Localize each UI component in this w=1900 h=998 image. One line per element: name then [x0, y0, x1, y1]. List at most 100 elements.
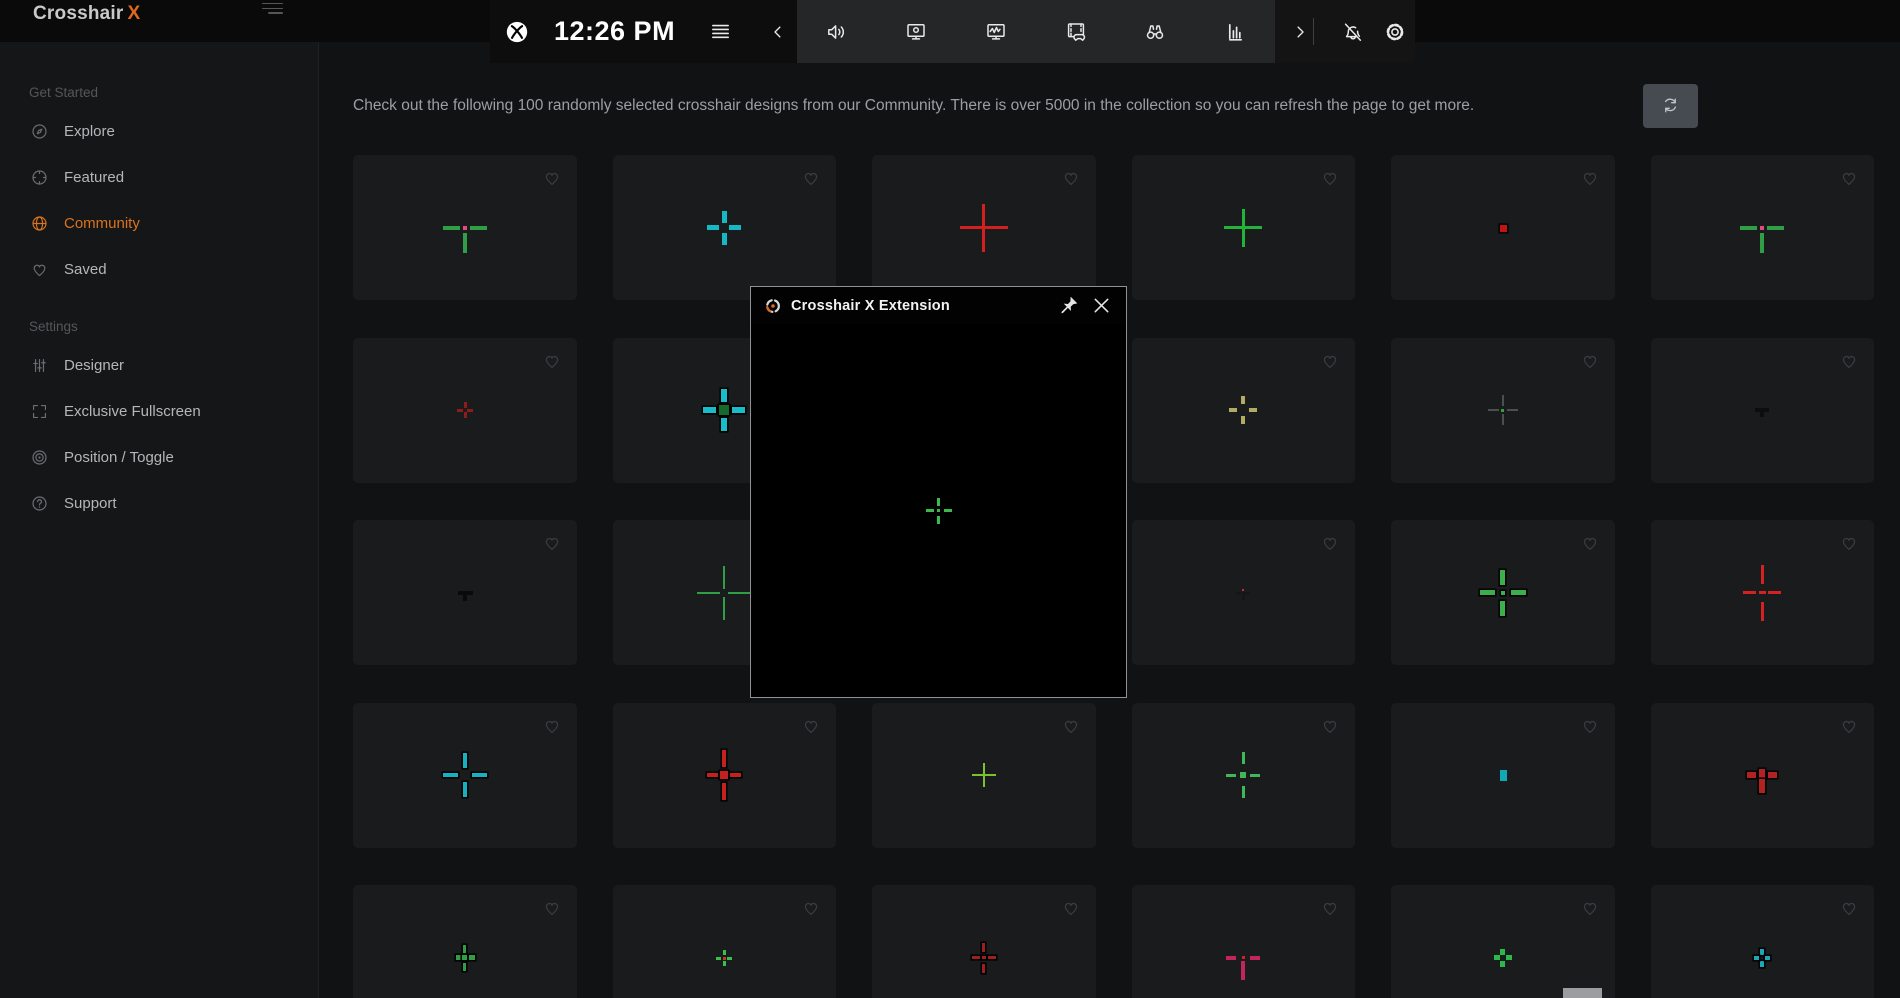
sidebar-item-explore[interactable]: Explore [0, 108, 318, 154]
sidebar-item-support[interactable]: Support [0, 480, 318, 526]
crosshair-segment [470, 226, 487, 230]
sidebar-item-saved[interactable]: Saved [0, 246, 318, 292]
crosshair-segment [1500, 949, 1505, 955]
favorite-heart-icon[interactable] [541, 533, 563, 553]
crosshair-tile-green-cross-gap-outlined[interactable] [1391, 520, 1615, 665]
favorite-heart-icon[interactable] [541, 168, 563, 188]
capture-icon[interactable] [904, 20, 928, 44]
crosshair-segment [1759, 769, 1765, 779]
crosshair-tile-green-full-cross[interactable] [1132, 155, 1356, 300]
pin-icon[interactable] [1057, 294, 1080, 317]
crosshair-tile-pink-t-red-dot[interactable] [1132, 885, 1356, 998]
favorite-heart-icon[interactable] [1579, 168, 1601, 188]
favorite-heart-icon[interactable] [1319, 716, 1341, 736]
crosshair-tile-green-four-dots[interactable] [1391, 885, 1615, 998]
crosshair-segment [1768, 772, 1777, 778]
crosshair-tile-cyan-plus-gap-outlined[interactable] [353, 703, 577, 848]
sidebar-item-community[interactable]: Community [0, 200, 318, 246]
favorite-heart-icon[interactable] [1319, 533, 1341, 553]
favorite-heart-icon[interactable] [1579, 533, 1601, 553]
close-icon[interactable] [1090, 294, 1113, 317]
crosshair-segment [1488, 409, 1499, 411]
favorite-heart-icon[interactable] [1579, 351, 1601, 371]
favorite-heart-icon[interactable] [1838, 716, 1860, 736]
crosshair-segment [1226, 956, 1236, 960]
crosshair-tile-red-full-cross[interactable] [872, 155, 1096, 300]
crosshair-tile-red-cross-gap-centerdash[interactable] [1651, 520, 1875, 665]
sidebar-item-featured[interactable]: Featured [0, 154, 318, 200]
crosshair-segment [1500, 961, 1505, 967]
gear-icon[interactable] [1383, 20, 1407, 44]
favorite-heart-icon[interactable] [800, 716, 822, 736]
crosshair-tile-gray-dash-green-dot[interactable] [1391, 338, 1615, 483]
crosshair-segment [443, 226, 460, 230]
crosshair-segment [728, 592, 751, 594]
favorite-heart-icon[interactable] [1060, 898, 1082, 918]
favorite-heart-icon[interactable] [1838, 168, 1860, 188]
favorite-heart-icon[interactable] [1060, 168, 1082, 188]
sidebar-section-label: Settings [0, 316, 318, 342]
crosshair-tile-red-thick-t-outlined[interactable] [1651, 703, 1875, 848]
favorite-heart-icon[interactable] [541, 898, 563, 918]
crosshair-tile-green-t-pink-dot[interactable] [1651, 155, 1875, 300]
favorite-heart-icon[interactable] [1838, 351, 1860, 371]
crosshair-tile-cyan-plus-gap[interactable] [613, 155, 837, 300]
favorite-heart-icon[interactable] [800, 168, 822, 188]
crosshair-tile-khaki-dash-plus[interactable] [1132, 338, 1356, 483]
menu-icon[interactable] [262, 2, 284, 18]
crosshair-tile-lime-thin-cross[interactable] [872, 703, 1096, 848]
crosshair-segment [463, 591, 467, 601]
chevron-right-icon[interactable] [1291, 23, 1309, 41]
refresh-button[interactable] [1643, 84, 1698, 128]
sidebar-item-position-toggle[interactable]: Position / Toggle [0, 434, 318, 480]
favorite-heart-icon[interactable] [541, 351, 563, 371]
crosshair-tile-teal-four-dots-outlined[interactable] [1651, 885, 1875, 998]
extension-window[interactable]: Crosshair X Extension [750, 286, 1127, 698]
crosshair-tile-green-dotted-plus-outlined[interactable] [353, 885, 577, 998]
gamebar-right-section [1275, 0, 1415, 63]
crosshair-tile-green-plus-red-core[interactable] [613, 885, 837, 998]
favorite-heart-icon[interactable] [1060, 716, 1082, 736]
widget-menu-icon[interactable] [709, 20, 732, 43]
crosshair-tile-red-cross-square-core[interactable] [613, 703, 837, 848]
notifications-off-icon[interactable] [1341, 20, 1365, 44]
crosshair-segment [1242, 592, 1245, 600]
favorite-heart-icon[interactable] [1838, 533, 1860, 553]
crosshair-segment [723, 597, 725, 620]
sidebar-item-label: Support [64, 495, 117, 512]
crosshair-tile-black-t[interactable] [353, 520, 577, 665]
crosshair-segment [457, 409, 463, 412]
favorite-heart-icon[interactable] [1838, 898, 1860, 918]
crosshair-tile-small-dark-red-plus[interactable] [353, 338, 577, 483]
crosshair-tile-dark-t-red-dot[interactable] [1132, 520, 1356, 665]
favorite-heart-icon[interactable] [1319, 898, 1341, 918]
crosshair-segment [464, 402, 467, 408]
crosshair-tile-teal-square-dot[interactable] [1391, 703, 1615, 848]
favorite-heart-icon[interactable] [1579, 898, 1601, 918]
xbox-icon[interactable] [504, 19, 530, 45]
crosshair-tile-red-dot[interactable] [1391, 155, 1615, 300]
extension-titlebar[interactable]: Crosshair X Extension [751, 287, 1126, 324]
sidebar-item-designer[interactable]: Designer [0, 342, 318, 388]
gallery-icon[interactable] [1064, 20, 1088, 44]
favorite-heart-icon[interactable] [1579, 716, 1601, 736]
sidebar-item-label: Featured [64, 169, 124, 186]
speaker-icon[interactable] [825, 20, 849, 44]
performance-icon[interactable] [984, 20, 1008, 44]
crosshair-tile-green-t-pink-dot[interactable] [353, 155, 577, 300]
favorite-heart-icon[interactable] [541, 716, 563, 736]
chevron-left-icon[interactable] [769, 23, 787, 41]
binoculars-icon[interactable] [1143, 20, 1167, 44]
crosshair-segment [1240, 772, 1246, 778]
crosshair-tile-black-t[interactable] [1651, 338, 1875, 483]
resources-icon[interactable] [1223, 20, 1247, 44]
crosshair-segment [722, 233, 727, 245]
favorite-heart-icon[interactable] [1319, 351, 1341, 371]
crosshair-tile-darkred-dash-outlined[interactable] [872, 885, 1096, 998]
crosshair-segment [1242, 752, 1245, 764]
sidebar-item-exclusive-fullscreen[interactable]: Exclusive Fullscreen [0, 388, 318, 434]
crosshair-tile-green-dash-square-core[interactable] [1132, 703, 1356, 848]
favorite-heart-icon[interactable] [1319, 168, 1341, 188]
favorite-heart-icon[interactable] [800, 898, 822, 918]
app-logo: CrosshairX [33, 1, 140, 27]
